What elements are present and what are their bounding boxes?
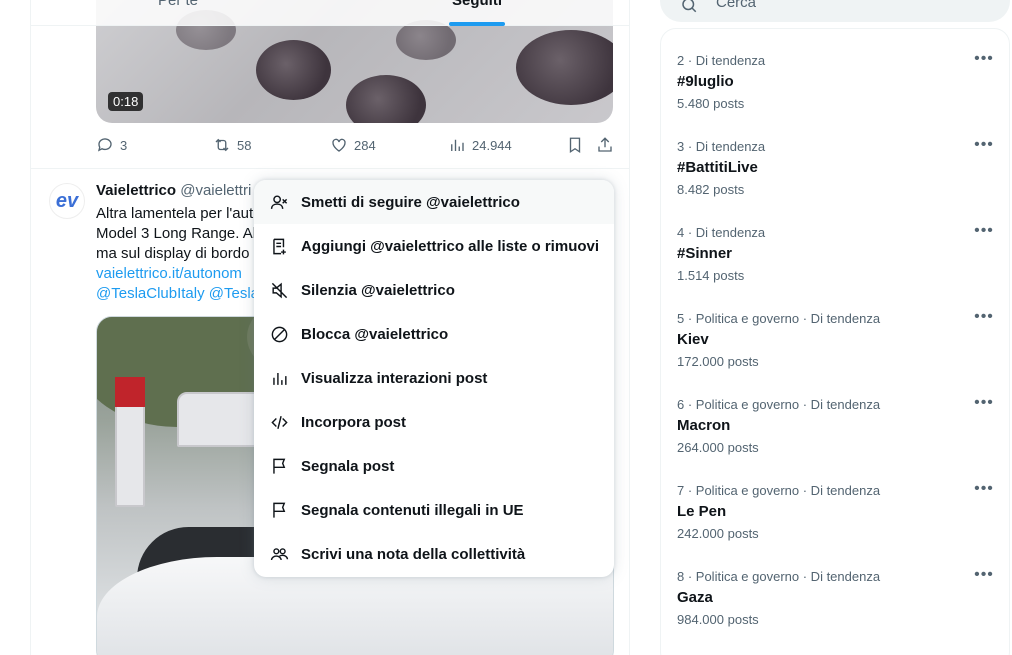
author-handle[interactable]: @vaielettri [180,182,251,199]
trend-meta: 3 · Di tendenza [677,139,766,154]
trend-title: #Sinner [677,245,733,262]
tab-active-indicator [449,22,505,26]
trend-meta: 4 · Di tendenza [677,225,766,240]
trend-item[interactable]: 2 · Di tendenza #9luglio 5.480 posts ••• [661,29,1009,115]
share-button[interactable] [596,136,614,154]
reply-count: 3 [120,137,128,153]
trend-item[interactable]: 8 · Politica e governo · Di tendenza Gaz… [661,545,1009,631]
trend-item[interactable]: 3 · Di tendenza #BattitiLive 8.482 posts… [661,115,1009,201]
bookmark-icon [569,137,581,154]
trend-count: 5.480 posts [677,96,745,111]
trend-title: #9luglio [677,73,734,90]
trend-title: Kiev [677,331,709,348]
post-header: Vaielettrico @vaielettri [96,182,251,199]
view-count: 24.944 [472,137,512,153]
menu-item-label: Silenzia @vaielettrico [301,281,455,299]
trend-meta: 5 · Politica e governo · Di tendenza [677,311,881,326]
trend-count: 242.000 posts [677,526,759,541]
more-icon[interactable]: ••• [973,567,995,587]
more-icon[interactable]: ••• [973,481,995,501]
trend-count: 1.514 posts [677,268,745,283]
menu-item-interactions[interactable]: Visualizza interazioni post [254,356,614,400]
trend-title: #BattitiLive [677,159,758,176]
menu-item-mute[interactable]: Silenzia @vaielettrico [254,268,614,312]
video-duration: 0:18 [108,92,144,111]
post-options-menu: Smetti di seguire @vaielettrico Aggiungi… [254,180,614,577]
menu-item-label: Segnala contenuti illegali in UE [301,501,524,519]
flag-icon [273,458,286,474]
trend-item[interactable]: 6 · Politica e governo · Di tendenza Mac… [661,373,1009,459]
menu-item-embed[interactable]: Incorpora post [254,400,614,444]
tab-following[interactable]: Seguiti [452,0,502,9]
trend-meta: 7 · Politica e governo · Di tendenza [677,483,881,498]
trend-count: 984.000 posts [677,612,759,627]
trend-meta: 2 · Di tendenza [677,53,766,68]
unfollow-icon [270,194,288,209]
menu-item-label: Aggiungi @vaielettrico alle liste o rimu… [301,237,600,255]
block-icon [271,326,288,342]
menu-item-label: Scrivi una nota della collettività [301,545,526,563]
menu-item-report[interactable]: Segnala post [254,444,614,488]
trend-count: 8.482 posts [677,182,745,197]
repost-icon [215,138,229,152]
more-icon[interactable]: ••• [973,309,995,329]
trend-item[interactable]: 4 · Di tendenza #Sinner 1.514 posts ••• [661,201,1009,287]
reply-icon [97,138,112,152]
tab-for-you[interactable]: Per te [158,0,198,9]
analytics-icon [273,372,287,385]
trend-title: Le Pen [677,503,727,520]
menu-item-label: Blocca @vaielettrico [301,325,449,343]
views-button[interactable]: 24.944 [448,136,512,154]
menu-item-lists[interactable]: Aggiungi @vaielettrico alle liste o rimu… [254,224,614,268]
menu-item-label: Visualizza interazioni post [301,369,488,387]
analytics-icon [451,139,464,151]
search-icon [682,0,697,13]
menu-item-label: Incorpora post [301,413,407,431]
community-icon [270,547,289,560]
menu-item-unfollow[interactable]: Smetti di seguire @vaielettrico [254,180,614,224]
repost-button[interactable]: 58 [213,136,251,154]
trend-item[interactable]: 7 · Politica e governo · Di tendenza Le … [661,459,1009,545]
flag-icon [273,502,286,518]
search-bar[interactable] [660,0,1010,22]
timeline-tabs: Per te Seguiti [31,0,629,26]
menu-item-block[interactable]: Blocca @vaielettrico [254,312,614,356]
author-name[interactable]: Vaielettrico [96,182,176,199]
menu-item-community-note[interactable]: Scrivi una nota della collettività [254,532,614,576]
repost-count: 58 [237,137,252,153]
mute-icon [271,282,288,298]
trend-count: 172.000 posts [677,354,759,369]
menu-item-label: Segnala post [301,457,395,475]
bookmark-button[interactable] [566,136,584,154]
reply-button[interactable]: 3 [96,136,127,154]
embed-icon [271,415,288,429]
heart-icon [332,138,346,152]
like-count: 284 [354,137,376,153]
menu-item-label: Smetti di seguire @vaielettrico [301,193,520,211]
menu-item-report-illegal[interactable]: Segnala contenuti illegali in UE [254,488,614,532]
trend-count: 264.000 posts [677,440,759,455]
trend-title: Gaza [677,589,713,606]
trend-meta: 8 · Politica e governo · Di tendenza [677,569,881,584]
trends-panel: 2 · Di tendenza #9luglio 5.480 posts •••… [660,28,1010,655]
more-icon[interactable]: ••• [973,395,995,415]
trend-title: Macron [677,417,731,434]
avatar[interactable]: ev [49,183,85,219]
trend-item[interactable]: 5 · Politica e governo · Di tendenza Kie… [661,287,1009,373]
trend-meta: 6 · Politica e governo · Di tendenza [677,397,881,412]
post-actions: 3 58 284 24.944 [96,136,616,156]
more-icon[interactable]: ••• [973,51,995,71]
post-divider [31,168,629,169]
search-input[interactable] [716,0,976,11]
more-icon[interactable]: ••• [973,137,995,157]
share-icon [598,137,612,152]
like-button[interactable]: 284 [330,136,376,154]
list-icon [273,238,286,254]
more-icon[interactable]: ••• [973,223,995,243]
avatar-logo: ev [55,189,79,212]
